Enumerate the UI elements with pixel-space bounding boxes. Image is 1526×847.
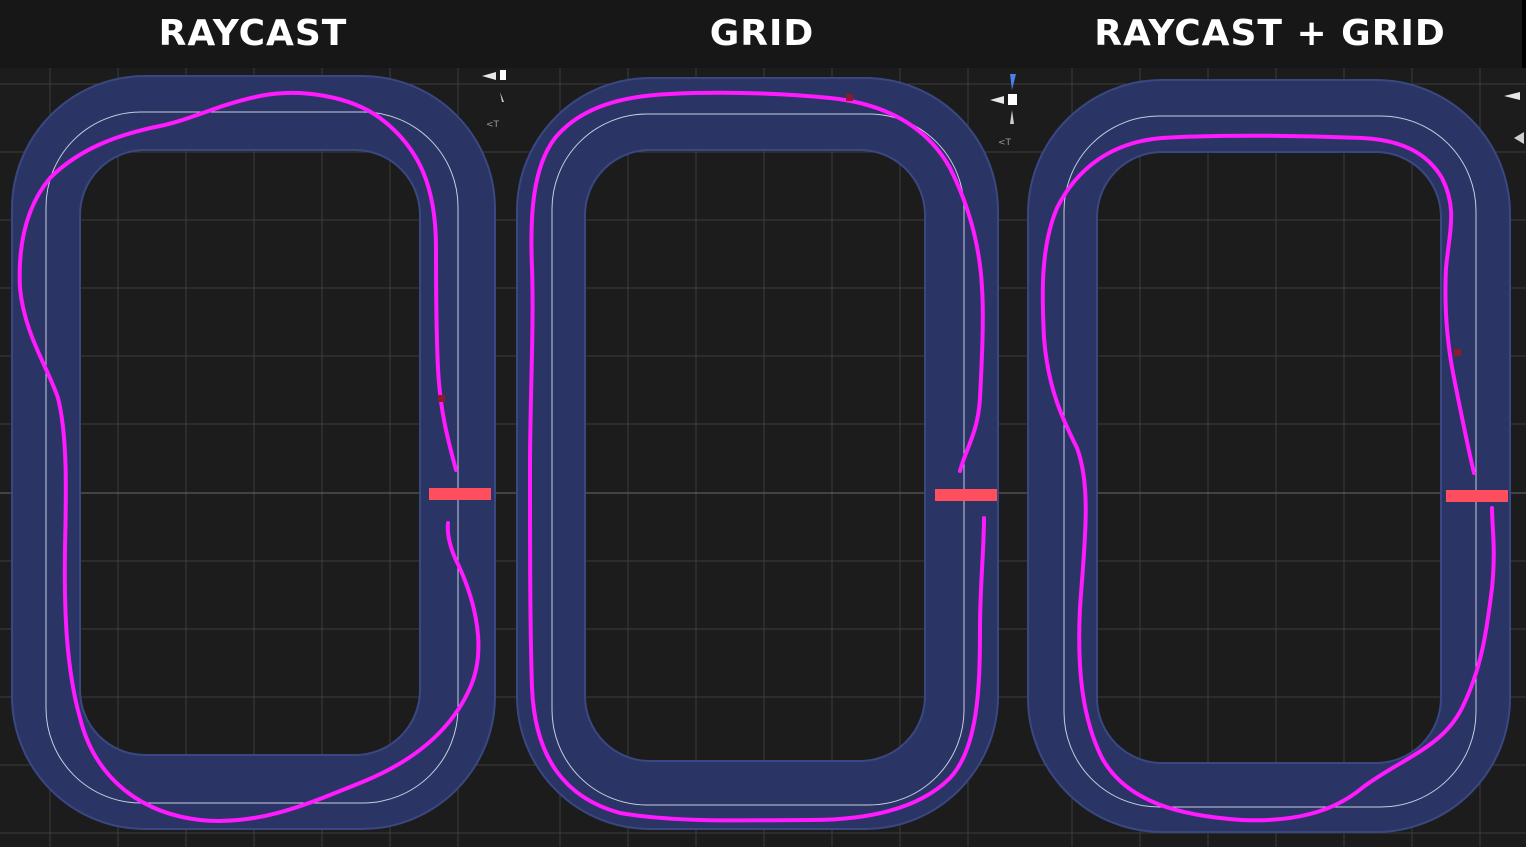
scene-view-raycast-grid[interactable] [1022,68,1526,847]
gizmo-label: <T [486,120,500,130]
gizmo-label: <T [998,138,1012,148]
finish-line [935,489,997,501]
track-centerline [45,111,459,804]
agent-path [528,90,986,823]
agent-marker [846,94,853,101]
finish-line [1446,490,1508,502]
header-bar: RAYCAST GRID RAYCAST + GRID [0,0,1522,68]
track [516,77,999,830]
scene-view-grid[interactable]: <T [510,68,1022,847]
scene-view-raycast[interactable]: <T [0,68,510,847]
agent-path [17,90,481,823]
panel-title-grid: GRID [709,13,815,54]
scene-gizmo[interactable]: <T [990,72,1020,152]
panel-title-raycast-grid: RAYCAST + GRID [1094,13,1446,54]
scene-canvas-raycast [0,68,510,847]
agent-marker [438,395,445,402]
scene-gizmo[interactable] [1502,88,1526,168]
scene-canvas-grid [510,68,1022,847]
track [1027,79,1511,833]
track-centerline [551,113,965,806]
scene-canvas-raycast-grid [1022,68,1526,847]
panel-title-raycast: RAYCAST [158,13,348,54]
finish-line [429,488,491,500]
agent-path [1040,133,1496,823]
agent-marker [1454,349,1461,356]
scene-gizmo[interactable]: <T [478,68,508,148]
